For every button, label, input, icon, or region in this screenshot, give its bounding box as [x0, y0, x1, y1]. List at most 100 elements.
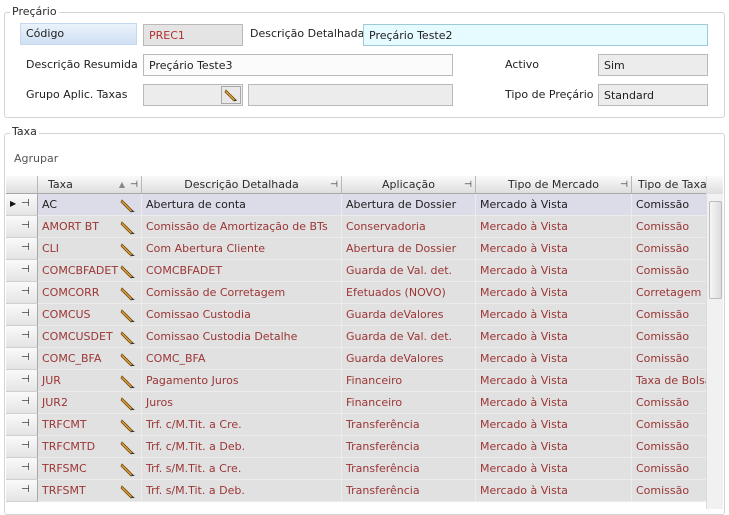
- cell-mercado[interactable]: Mercado à Vista: [476, 370, 632, 392]
- cell-aplic[interactable]: Transferência: [342, 480, 476, 502]
- pencil-icon[interactable]: [120, 329, 136, 345]
- cell-desc[interactable]: Trf. c/M.Tit. a Deb.: [142, 436, 342, 458]
- cell-taxa[interactable]: TRFSMC: [38, 458, 142, 480]
- pin-row-icon[interactable]: ⊣: [21, 308, 30, 319]
- cell-mercado[interactable]: Mercado à Vista: [476, 348, 632, 370]
- activo-input[interactable]: Sim: [598, 54, 708, 76]
- table-row[interactable]: ⊣ JUR2 Juros Financeiro Mercado à Vista Comis…: [6, 392, 706, 414]
- scroll-thumb[interactable]: [709, 201, 722, 299]
- cell-mercado[interactable]: Mercado à Vista: [476, 414, 632, 436]
- pencil-icon[interactable]: [120, 351, 136, 367]
- row-indicator[interactable]: ▶ ⊣: [6, 194, 38, 216]
- pencil-icon[interactable]: [120, 197, 136, 213]
- cell-tipo[interactable]: Comissão: [632, 216, 706, 238]
- cell-aplic[interactable]: Financeiro: [342, 370, 476, 392]
- table-row[interactable]: ⊣ COMCUSDET Comissao Custodia Detalhe Guard…: [6, 326, 706, 348]
- cell-tipo[interactable]: Corretagem: [632, 282, 706, 304]
- scroll-up-arrow[interactable]: [707, 176, 723, 194]
- table-row[interactable]: ⊣ TRFCMTD Trf. c/M.Tit. a Deb. Transferênci…: [6, 436, 706, 458]
- pin-row-icon[interactable]: ⊣: [21, 286, 30, 297]
- cell-taxa[interactable]: TRFCMTD: [38, 436, 142, 458]
- row-indicator[interactable]: ⊣: [6, 480, 38, 502]
- pencil-icon[interactable]: [120, 307, 136, 323]
- table-row[interactable]: ⊣ COMCBFADET COMCBFADET Guarda de Val. det.…: [6, 260, 706, 282]
- pencil-icon[interactable]: [120, 263, 136, 279]
- table-row[interactable]: ▶ ⊣ AC Abertura de conta Abertura de Dossier…: [6, 194, 706, 216]
- table-row[interactable]: ⊣ TRFCMT Trf. c/M.Tit. a Cre. Transferência…: [6, 414, 706, 436]
- cell-mercado[interactable]: Mercado à Vista: [476, 436, 632, 458]
- table-row[interactable]: ⊣ COMC_BFA COMC_BFA Guarda deValores Mercado…: [6, 348, 706, 370]
- row-indicator[interactable]: ⊣: [6, 238, 38, 260]
- col-header-taxa[interactable]: Taxa ▲ ⊣: [38, 176, 142, 194]
- cell-desc[interactable]: Comissão de Corretagem: [142, 282, 342, 304]
- cell-tipo[interactable]: Comissão: [632, 194, 706, 216]
- cell-aplic[interactable]: Guarda deValores: [342, 304, 476, 326]
- cell-tipo[interactable]: Comissão: [632, 304, 706, 326]
- row-indicator[interactable]: ⊣: [6, 414, 38, 436]
- pencil-icon[interactable]: [120, 285, 136, 301]
- pin-row-icon[interactable]: ⊣: [21, 440, 30, 451]
- desc-detalhada-input[interactable]: Preçário Teste2: [363, 24, 708, 46]
- cell-tipo[interactable]: Comissão: [632, 480, 706, 502]
- cell-aplic[interactable]: Transferência: [342, 458, 476, 480]
- cell-tipo[interactable]: Comissão: [632, 458, 706, 480]
- cell-tipo[interactable]: Comissão: [632, 348, 706, 370]
- row-indicator[interactable]: ⊣: [6, 370, 38, 392]
- pencil-icon[interactable]: [120, 373, 136, 389]
- row-indicator[interactable]: ⊣: [6, 260, 38, 282]
- table-row[interactable]: ⊣ COMCUS Comissao Custodia Guarda deValores…: [6, 304, 706, 326]
- cell-taxa[interactable]: TRFSMT: [38, 480, 142, 502]
- cell-tipo[interactable]: Comissão: [632, 414, 706, 436]
- table-row[interactable]: ⊣ AMORT BT Comissão de Amortização de BTs C…: [6, 216, 706, 238]
- table-row[interactable]: ⊣ TRFSMT Trf. s/M.Tit. a Deb. Transferência…: [6, 480, 706, 502]
- pin-icon[interactable]: ⊣: [620, 180, 628, 190]
- cell-desc[interactable]: COMCBFADET: [142, 260, 342, 282]
- cell-mercado[interactable]: Mercado à Vista: [476, 282, 632, 304]
- pin-row-icon[interactable]: ⊣: [21, 198, 30, 209]
- pencil-icon[interactable]: [120, 439, 136, 455]
- pencil-icon[interactable]: [120, 395, 136, 411]
- col-header-aplicacao[interactable]: Aplicação ⊣: [342, 176, 476, 194]
- pin-icon[interactable]: ⊣: [464, 180, 472, 190]
- cell-desc[interactable]: Abertura de conta: [142, 194, 342, 216]
- pin-row-icon[interactable]: ⊣: [21, 484, 30, 495]
- cell-tipo[interactable]: Comissão: [632, 238, 706, 260]
- cell-desc[interactable]: Com Abertura Cliente: [142, 238, 342, 260]
- pin-icon[interactable]: ⊣: [330, 180, 338, 190]
- pin-icon[interactable]: ⊣: [130, 180, 138, 190]
- pencil-icon[interactable]: [120, 241, 136, 257]
- pin-row-icon[interactable]: ⊣: [21, 220, 30, 231]
- cell-mercado[interactable]: Mercado à Vista: [476, 326, 632, 348]
- row-indicator[interactable]: ⊣: [6, 282, 38, 304]
- cell-tipo[interactable]: Taxa de Bolsa: [632, 370, 706, 392]
- pin-row-icon[interactable]: ⊣: [21, 330, 30, 341]
- cell-taxa[interactable]: COMCBFADET: [38, 260, 142, 282]
- cell-mercado[interactable]: Mercado à Vista: [476, 260, 632, 282]
- cell-desc[interactable]: Trf. s/M.Tit. a Cre.: [142, 458, 342, 480]
- cell-taxa[interactable]: AC: [38, 194, 142, 216]
- pin-row-icon[interactable]: ⊣: [21, 462, 30, 473]
- row-indicator[interactable]: ⊣: [6, 304, 38, 326]
- row-indicator[interactable]: ⊣: [6, 436, 38, 458]
- pin-row-icon[interactable]: ⊣: [21, 374, 30, 385]
- row-indicator[interactable]: ⊣: [6, 458, 38, 480]
- cell-mercado[interactable]: Mercado à Vista: [476, 238, 632, 260]
- cell-tipo[interactable]: Comissão: [632, 436, 706, 458]
- col-header-tipo-taxa[interactable]: Tipo de Taxa: [632, 176, 706, 194]
- cell-taxa[interactable]: COMC_BFA: [38, 348, 142, 370]
- cell-taxa[interactable]: TRFCMT: [38, 414, 142, 436]
- cell-taxa[interactable]: JUR2: [38, 392, 142, 414]
- cell-taxa[interactable]: JUR: [38, 370, 142, 392]
- cell-mercado[interactable]: Mercado à Vista: [476, 194, 632, 216]
- pencil-icon[interactable]: [120, 461, 136, 477]
- codigo-input[interactable]: PREC1: [143, 24, 243, 46]
- cell-desc[interactable]: Comissao Custodia Detalhe: [142, 326, 342, 348]
- col-header-mercado[interactable]: Tipo de Mercado ⊣: [476, 176, 632, 194]
- row-indicator[interactable]: ⊣: [6, 216, 38, 238]
- cell-mercado[interactable]: Mercado à Vista: [476, 480, 632, 502]
- cell-taxa[interactable]: AMORT BT: [38, 216, 142, 238]
- cell-mercado[interactable]: Mercado à Vista: [476, 458, 632, 480]
- cell-tipo[interactable]: Comissão: [632, 392, 706, 414]
- cell-tipo[interactable]: Comissão: [632, 260, 706, 282]
- cell-aplic[interactable]: Efetuados (NOVO): [342, 282, 476, 304]
